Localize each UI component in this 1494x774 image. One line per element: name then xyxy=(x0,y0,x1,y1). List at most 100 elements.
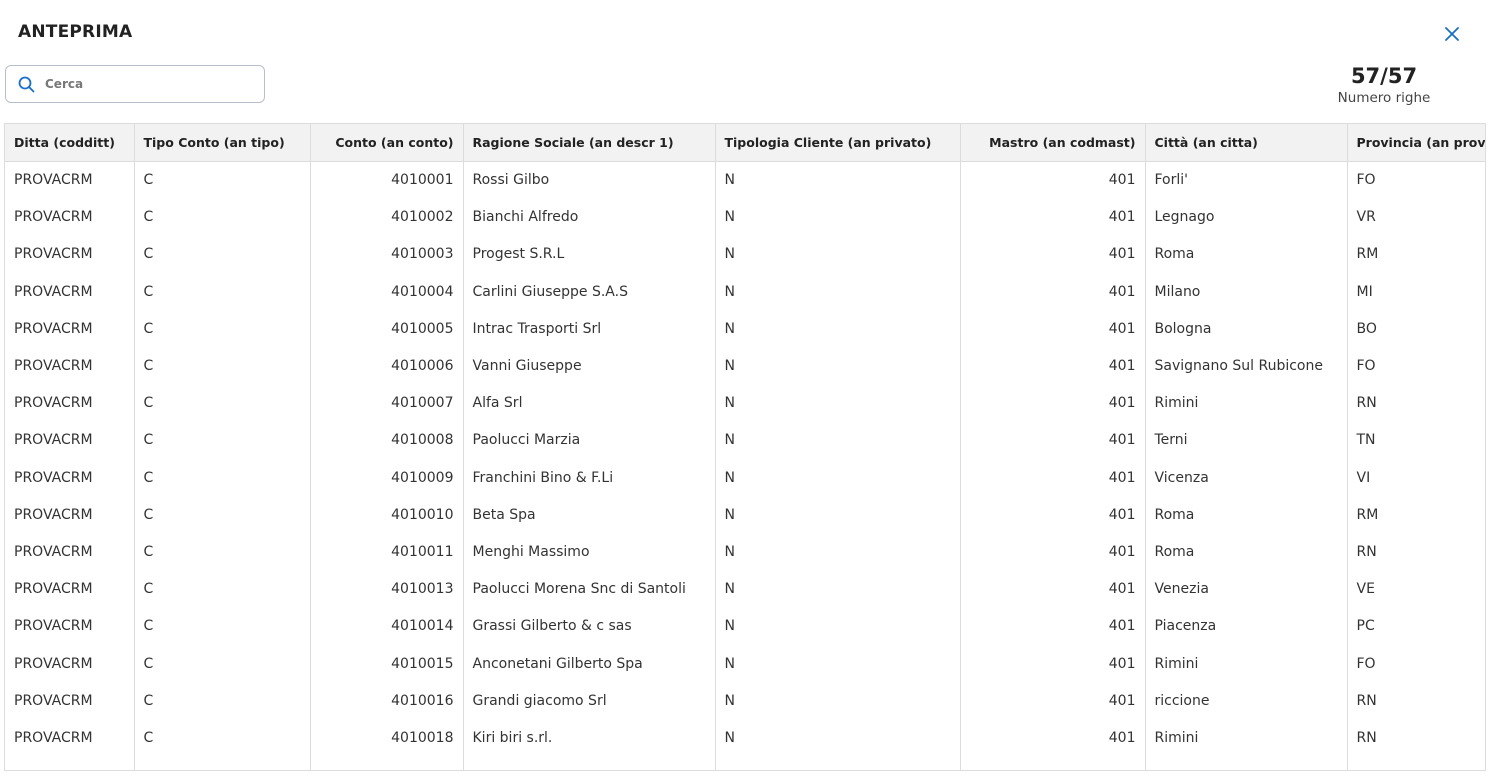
cell-tipo-conto: C xyxy=(134,347,311,385)
cell-conto: 4010005 xyxy=(310,310,464,348)
cell-provincia: MI xyxy=(1347,273,1485,311)
cell-ragione-sociale: Paolucci Marzia xyxy=(463,421,716,459)
cell-mastro: 401 xyxy=(960,459,1146,497)
cell-ragione-sociale: Franchini Bino & F.Li xyxy=(463,459,716,497)
cell-provincia: FO xyxy=(1347,347,1485,385)
cell-ragione-sociale: Rossi Gilbo xyxy=(463,161,716,199)
cell-conto: 4010004 xyxy=(310,273,464,311)
cell-citta: Savignano Sul Rubicone xyxy=(1145,347,1348,385)
cell-citta: Terni xyxy=(1145,421,1348,459)
cell-ragione-sociale: Intrac Trasporti Srl xyxy=(463,310,716,348)
close-button[interactable] xyxy=(1440,22,1464,46)
filler-cell xyxy=(715,756,961,770)
cell-conto: 4010014 xyxy=(310,607,464,645)
cell-ditta: PROVACRM xyxy=(5,310,135,348)
cell-provincia: RN xyxy=(1347,533,1485,571)
cell-mastro: 401 xyxy=(960,719,1146,757)
table-row[interactable]: PROVACRM C 4010014 Grassi Gilberto & c sas N… xyxy=(5,607,1485,645)
column-header-ditta[interactable]: Ditta (codditt) xyxy=(5,123,135,162)
close-icon xyxy=(1445,27,1459,41)
cell-ragione-sociale: Menghi Massimo xyxy=(463,533,716,571)
cell-provincia: FO xyxy=(1347,644,1485,683)
cell-provincia: RN xyxy=(1347,682,1485,720)
cell-tipologia-cliente: N xyxy=(715,421,961,459)
cell-ragione-sociale: Grandi giacomo Srl xyxy=(463,682,716,720)
cell-tipologia-cliente: N xyxy=(715,198,961,236)
cell-ragione-sociale: Grassi Gilberto & c sas xyxy=(463,607,716,645)
preview-table: Ditta (codditt) Tipo Conto (an tipo) Conto… xyxy=(5,123,1485,770)
cell-tipo-conto: C xyxy=(134,235,311,274)
table-row[interactable]: PROVACRM C 4010008 Paolucci Marzia N 401 Terni… xyxy=(5,421,1485,459)
cell-ditta: PROVACRM xyxy=(5,496,135,534)
cell-citta: Piacenza xyxy=(1145,607,1348,645)
cell-tipo-conto: C xyxy=(134,496,311,534)
cell-ditta: PROVACRM xyxy=(5,607,135,645)
cell-tipo-conto: C xyxy=(134,198,311,236)
cell-ragione-sociale: Paolucci Morena Snc di Santoli xyxy=(463,570,716,608)
table-row[interactable]: PROVACRM C 4010011 Menghi Massimo N 401 Roma RN xyxy=(5,533,1485,571)
table-row[interactable]: PROVACRM C 4010018 Kiri biri s.rl. N 401 Rimin… xyxy=(5,719,1485,757)
column-header-mastro[interactable]: Mastro (an codmast) xyxy=(960,123,1146,162)
cell-ragione-sociale: Carlini Giuseppe S.A.S xyxy=(463,273,716,311)
cell-mastro: 401 xyxy=(960,607,1146,645)
column-header-conto[interactable]: Conto (an conto) xyxy=(310,123,464,162)
cell-conto: 4010011 xyxy=(310,533,464,571)
table-row[interactable]: PROVACRM C 4010013 Paolucci Morena Snc di S… xyxy=(5,570,1485,608)
cell-conto: 4010016 xyxy=(310,682,464,720)
cell-tipo-conto: C xyxy=(134,273,311,311)
cell-provincia: FO xyxy=(1347,161,1485,199)
row-count-label: Numero righe xyxy=(1337,90,1431,106)
column-header-citta[interactable]: Città (an citta) xyxy=(1145,123,1348,162)
table-row[interactable]: PROVACRM C 4010007 Alfa Srl N 401 Rimini RN xyxy=(5,384,1485,422)
table-header-row: Ditta (codditt) Tipo Conto (an tipo) Conto… xyxy=(5,123,1485,162)
table-row[interactable]: PROVACRM C 4010015 Anconetani Gilberto Spa N… xyxy=(5,644,1485,683)
table-filler-row xyxy=(5,756,1485,770)
cell-conto: 4010002 xyxy=(310,198,464,236)
table-row[interactable]: PROVACRM C 4010005 Intrac Trasporti Srl N 401… xyxy=(5,310,1485,348)
cell-provincia: VI xyxy=(1347,459,1485,497)
cell-conto: 4010008 xyxy=(310,421,464,459)
table-row[interactable]: PROVACRM C 4010016 Grandi giacomo Srl N 401 ri… xyxy=(5,682,1485,720)
cell-tipo-conto: C xyxy=(134,682,311,720)
cell-ragione-sociale: Alfa Srl xyxy=(463,384,716,422)
cell-tipo-conto: C xyxy=(134,421,311,459)
table-row[interactable]: PROVACRM C 4010010 Beta Spa N 401 Roma RM xyxy=(5,496,1485,534)
cell-ditta: PROVACRM xyxy=(5,719,135,757)
cell-provincia: RM xyxy=(1347,496,1485,534)
search-input[interactable] xyxy=(43,76,247,92)
table-row[interactable]: PROVACRM C 4010001 Rossi Gilbo N 401 Forli' FO xyxy=(5,161,1485,199)
cell-citta: Rimini xyxy=(1145,644,1348,683)
row-count: 57/57 xyxy=(1350,64,1418,88)
cell-ditta: PROVACRM xyxy=(5,421,135,459)
cell-mastro: 401 xyxy=(960,273,1146,311)
cell-ditta: PROVACRM xyxy=(5,235,135,274)
table-row[interactable]: PROVACRM C 4010006 Vanni Giuseppe N 401 Savign… xyxy=(5,347,1485,385)
table-row[interactable]: PROVACRM C 4010002 Bianchi Alfredo N 401 Legna… xyxy=(5,198,1485,236)
cell-tipologia-cliente: N xyxy=(715,682,961,720)
cell-tipologia-cliente: N xyxy=(715,570,961,608)
cell-citta: Roma xyxy=(1145,496,1348,534)
preview-table-container[interactable]: Ditta (codditt) Tipo Conto (an tipo) Conto… xyxy=(4,123,1486,771)
cell-tipo-conto: C xyxy=(134,644,311,683)
cell-conto: 4010003 xyxy=(310,235,464,274)
table-row[interactable]: PROVACRM C 4010004 Carlini Giuseppe S.A.S N 4… xyxy=(5,273,1485,311)
column-header-tipo-conto[interactable]: Tipo Conto (an tipo) xyxy=(134,123,311,162)
table-row[interactable]: PROVACRM C 4010009 Franchini Bino & F.Li N 40… xyxy=(5,459,1485,497)
table-row[interactable]: PROVACRM C 4010003 Progest S.R.L N 401 Roma RM xyxy=(5,235,1485,274)
column-header-tipologia-cliente[interactable]: Tipologia Cliente (an privato) xyxy=(715,123,961,162)
cell-ditta: PROVACRM xyxy=(5,273,135,311)
cell-ditta: PROVACRM xyxy=(5,161,135,199)
cell-tipologia-cliente: N xyxy=(715,273,961,311)
cell-tipo-conto: C xyxy=(134,533,311,571)
cell-mastro: 401 xyxy=(960,644,1146,683)
search-box[interactable] xyxy=(5,65,265,103)
cell-ditta: PROVACRM xyxy=(5,533,135,571)
column-header-provincia[interactable]: Provincia (an prov) xyxy=(1347,123,1485,162)
cell-mastro: 401 xyxy=(960,533,1146,571)
cell-ditta: PROVACRM xyxy=(5,384,135,422)
cell-conto: 4010007 xyxy=(310,384,464,422)
cell-provincia: RM xyxy=(1347,235,1485,274)
column-header-ragione-sociale[interactable]: Ragione Sociale (an descr 1) xyxy=(463,123,716,162)
cell-tipo-conto: C xyxy=(134,607,311,645)
cell-tipologia-cliente: N xyxy=(715,347,961,385)
